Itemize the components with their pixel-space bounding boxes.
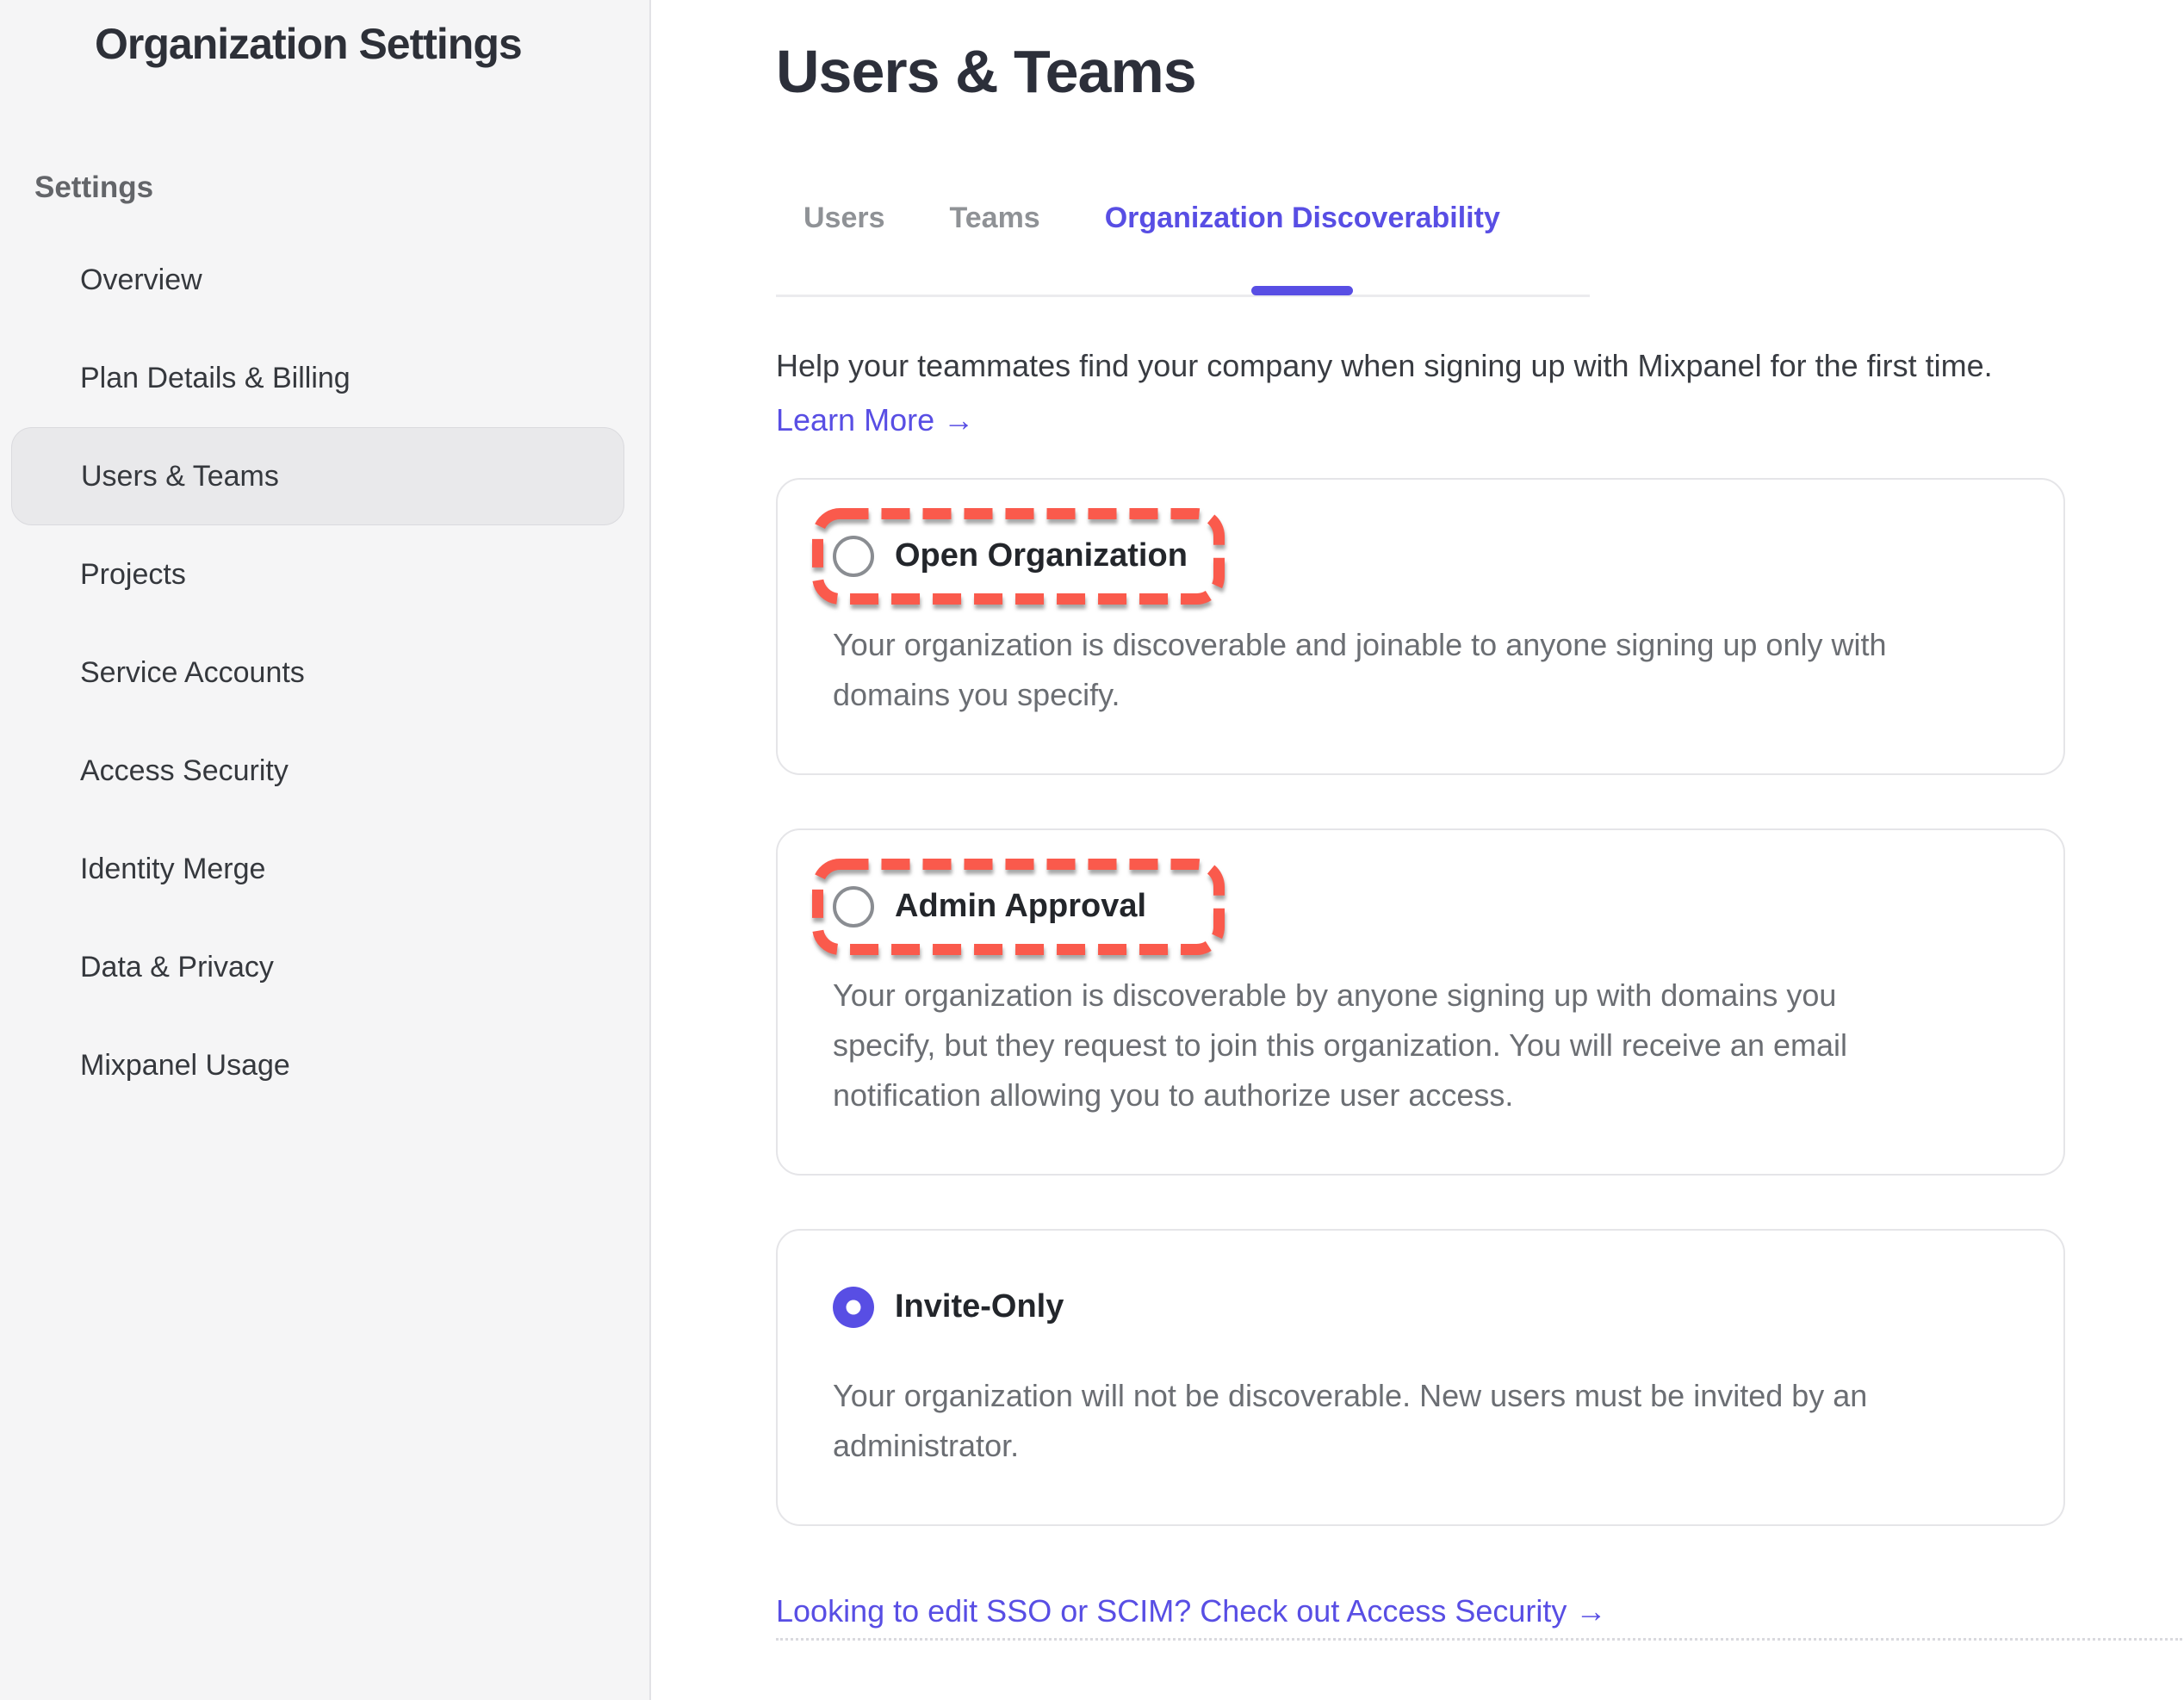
- sidebar-nav: Overview Plan Details & Billing Users & …: [0, 231, 649, 1114]
- sidebar-item-projects[interactable]: Projects: [0, 525, 649, 624]
- tab-teams[interactable]: Teams: [950, 202, 1040, 295]
- option-invite-only[interactable]: Invite-Only: [833, 1259, 1995, 1356]
- tab-label: Organization Discoverability: [1105, 202, 1500, 234]
- discoverability-options: Open Organization Your organization is d…: [776, 478, 2184, 1526]
- settings-sidebar: Organization Settings Settings Overview …: [0, 0, 651, 1700]
- option-card-admin-approval: Admin Approval Your organization is disc…: [776, 828, 2065, 1176]
- option-description: Your organization is discoverable by any…: [833, 971, 1995, 1120]
- sidebar-title: Organization Settings: [95, 19, 649, 69]
- bottom-dotted-divider: [776, 1638, 2182, 1641]
- active-tab-indicator: [1251, 286, 1353, 295]
- sidebar-item-access-security[interactable]: Access Security: [0, 722, 649, 820]
- tab-organization-discoverability[interactable]: Organization Discoverability: [1105, 202, 1500, 295]
- tab-users[interactable]: Users: [803, 202, 885, 295]
- intro-text: Help your teammates find your company wh…: [776, 345, 2184, 387]
- option-label: Open Organization: [895, 537, 1188, 574]
- main-content: Users & Teams Users Teams Organization D…: [651, 0, 2184, 1700]
- option-admin-approval[interactable]: Admin Approval: [833, 859, 1995, 955]
- sidebar-item-overview[interactable]: Overview: [0, 231, 649, 329]
- sidebar-section-label: Settings: [34, 171, 649, 205]
- page-title: Users & Teams: [776, 40, 2184, 105]
- radio-icon[interactable]: [833, 886, 874, 928]
- sidebar-item-data-privacy[interactable]: Data & Privacy: [0, 918, 649, 1016]
- organization-settings-page: Organization Settings Settings Overview …: [0, 0, 2184, 1700]
- tab-bar: Users Teams Organization Discoverability: [776, 202, 1590, 297]
- option-description: Your organization will not be discoverab…: [833, 1371, 1995, 1471]
- option-description: Your organization is discoverable and jo…: [833, 620, 1995, 720]
- option-card-open-organization: Open Organization Your organization is d…: [776, 478, 2065, 775]
- sidebar-item-mixpanel-usage[interactable]: Mixpanel Usage: [0, 1016, 649, 1114]
- sidebar-item-service-accounts[interactable]: Service Accounts: [0, 624, 649, 722]
- sidebar-item-identity-merge[interactable]: Identity Merge: [0, 820, 649, 918]
- option-open-organization[interactable]: Open Organization: [833, 508, 1995, 605]
- sidebar-item-users-teams[interactable]: Users & Teams: [11, 427, 624, 525]
- option-label: Invite-Only: [895, 1288, 1064, 1325]
- learn-more-link[interactable]: Learn More →: [776, 402, 974, 438]
- option-label: Admin Approval: [895, 888, 1146, 925]
- option-card-invite-only: Invite-Only Your organization will not b…: [776, 1229, 2065, 1526]
- radio-inner-dot: [847, 1300, 861, 1314]
- access-security-link[interactable]: Looking to edit SSO or SCIM? Check out A…: [776, 1593, 1606, 1629]
- radio-selected-icon[interactable]: [833, 1287, 874, 1328]
- sidebar-item-plan-details-billing[interactable]: Plan Details & Billing: [0, 329, 649, 427]
- radio-icon[interactable]: [833, 536, 874, 577]
